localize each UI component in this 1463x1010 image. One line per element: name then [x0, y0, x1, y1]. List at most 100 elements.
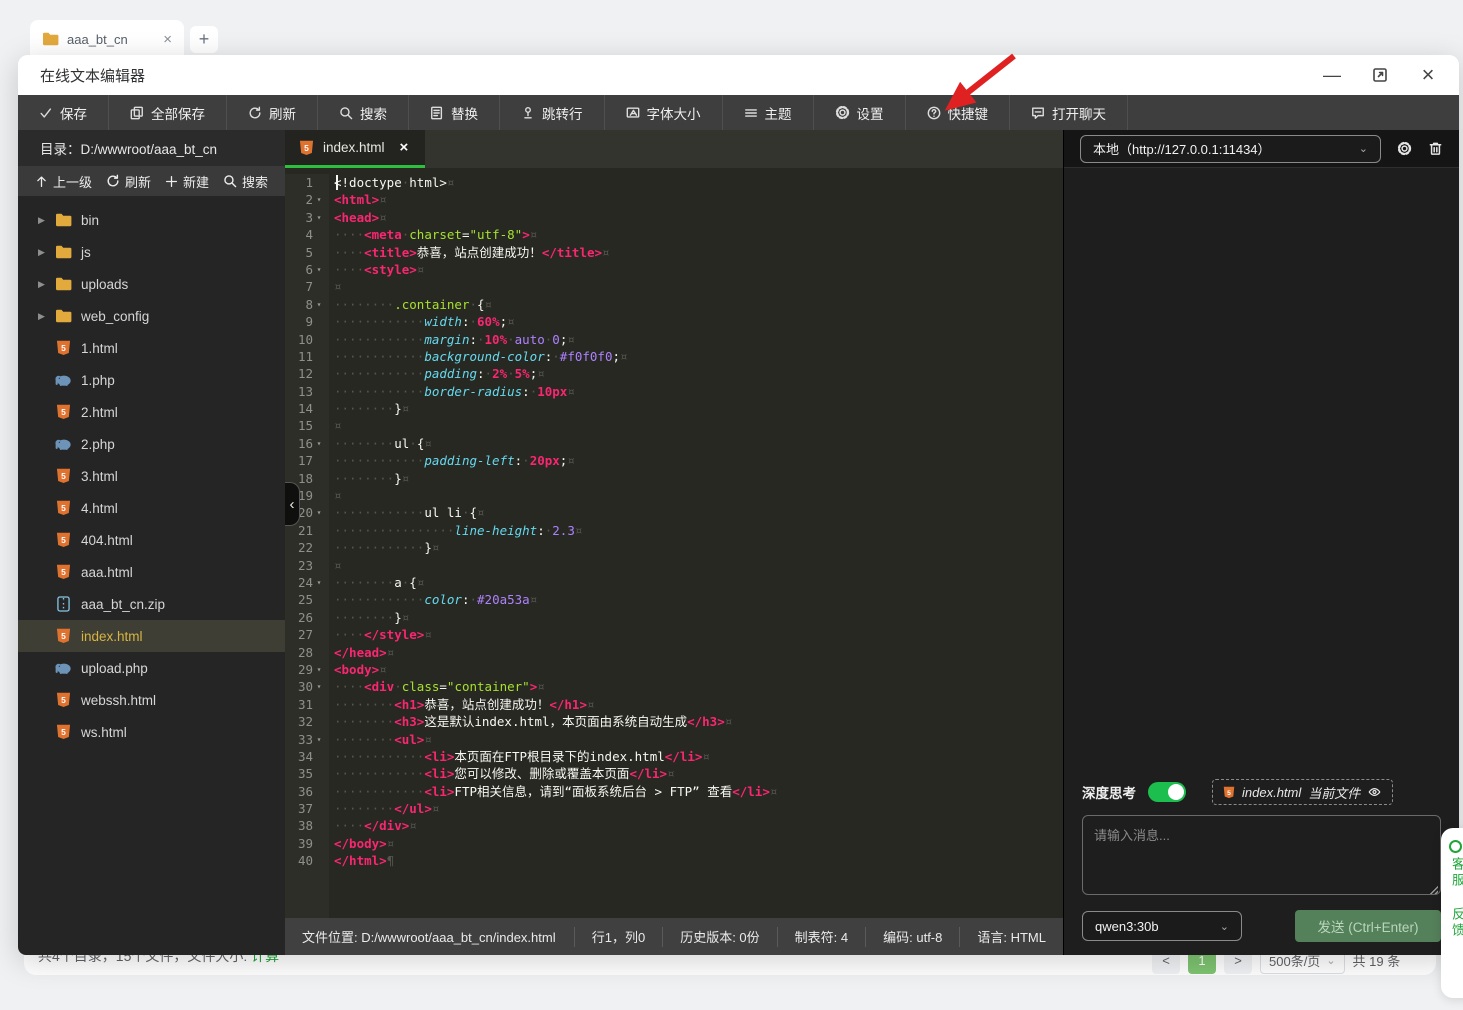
toolbar-button-replace[interactable]: 替换 — [409, 95, 500, 130]
model-select[interactable]: qwen3:30b ⌄ — [1082, 911, 1242, 941]
tree-item-1.php[interactable]: 1.php — [18, 364, 285, 396]
tree-item-js[interactable]: ▶js — [18, 236, 285, 268]
expander-icon[interactable]: ▶ — [38, 247, 54, 258]
tree-action-search[interactable]: 搜索 — [223, 172, 268, 191]
code-line-25[interactable]: ············color:·#20a53a¤ — [334, 591, 1063, 608]
tree-item-aaa.html[interactable]: 5aaa.html — [18, 556, 285, 588]
code-line-11[interactable]: ············background-color:·#f0f0f0;¤ — [334, 348, 1063, 365]
toolbar-button-goto-line[interactable]: 跳转行 — [500, 95, 605, 130]
code-line-8[interactable]: ········.container·{¤ — [334, 296, 1063, 313]
toolbar-button-save-all[interactable]: 全部保存 — [109, 95, 227, 130]
code-lines[interactable]: <!doctype·html>¤<html>¤<head>¤····<meta·… — [329, 174, 1063, 918]
tree-item-404.html[interactable]: 5404.html — [18, 524, 285, 556]
code-line-5[interactable]: ····<title>恭喜，站点创建成功！</title>¤ — [334, 244, 1063, 261]
code-line-12[interactable]: ············padding:·2%·5%;¤ — [334, 365, 1063, 382]
tree-item-bin[interactable]: ▶bin — [18, 204, 285, 236]
tree-item-web_config[interactable]: ▶web_config — [18, 300, 285, 332]
tree-item-4.html[interactable]: 54.html — [18, 492, 285, 524]
trash-icon[interactable] — [1428, 141, 1443, 156]
tree-action-up[interactable]: 上一级 — [35, 172, 92, 191]
code-line-23[interactable]: ¤ — [334, 557, 1063, 574]
fold-arrow-icon[interactable]: ▾ — [313, 678, 325, 695]
toolbar-button-open-chat[interactable]: 打开聊天 — [1010, 95, 1128, 130]
code-line-37[interactable]: ········</ul>¤ — [334, 800, 1063, 817]
code-line-34[interactable]: ············<li>本页面在FTP根目录下的index.html</… — [334, 748, 1063, 765]
toolbar-button-theme[interactable]: 主题 — [723, 95, 814, 130]
code-line-13[interactable]: ············border-radius:·10px¤ — [334, 383, 1063, 400]
close-button[interactable]: × — [1415, 62, 1441, 88]
code-line-20[interactable]: ············ul li·{¤ — [334, 504, 1063, 521]
tree-item-1.html[interactable]: 51.html — [18, 332, 285, 364]
editor-tab-index-html[interactable]: 5 index.html × — [285, 130, 425, 168]
fold-arrow-icon[interactable]: ▾ — [313, 191, 325, 208]
support-label[interactable]: 客服 — [1448, 857, 1463, 889]
code-line-7[interactable]: ¤ — [334, 278, 1063, 295]
fold-arrow-icon[interactable]: ▾ — [313, 574, 325, 591]
expander-icon[interactable]: ▶ — [38, 311, 54, 322]
maximize-button[interactable] — [1367, 62, 1393, 88]
fold-arrow-icon[interactable]: ▾ — [313, 261, 325, 278]
endpoint-select[interactable]: 本地（http://127.0.0.1:11434） ⌄ — [1080, 135, 1381, 163]
tree-item-aaa_bt_cn.zip[interactable]: aaa_bt_cn.zip — [18, 588, 285, 620]
editor-tab-close-icon[interactable]: × — [400, 139, 409, 156]
fold-arrow-icon[interactable]: ▾ — [313, 731, 325, 748]
toolbar-button-settings[interactable]: 设置 — [814, 95, 906, 130]
code-line-14[interactable]: ········}¤ — [334, 400, 1063, 417]
fold-arrow-icon[interactable]: ▾ — [313, 504, 325, 521]
code-line-24[interactable]: ········a·{¤ — [334, 574, 1063, 591]
code-line-29[interactable]: <body>¤ — [334, 661, 1063, 678]
sidebar-collapse-handle[interactable]: ‹ — [285, 482, 300, 526]
eye-icon[interactable] — [1367, 786, 1382, 798]
feedback-label[interactable]: 反馈 — [1448, 907, 1463, 939]
code-line-9[interactable]: ············width:·60%;¤ — [334, 313, 1063, 330]
tree-item-ws.html[interactable]: 5ws.html — [18, 716, 285, 748]
send-button[interactable]: 发送 (Ctrl+Enter) — [1295, 910, 1441, 942]
code-line-40[interactable]: </html>¶ — [334, 852, 1063, 869]
tree-item-upload.php[interactable]: upload.php — [18, 652, 285, 684]
support-float-widget[interactable]: 客服 反馈 — [1441, 828, 1463, 998]
code-line-28[interactable]: </head>¤ — [334, 644, 1063, 661]
message-input[interactable] — [1082, 815, 1441, 895]
tree-item-index.html[interactable]: 5index.html — [18, 620, 285, 652]
code-line-39[interactable]: </body>¤ — [334, 835, 1063, 852]
minimize-button[interactable]: — — [1319, 62, 1345, 88]
current-file-chip[interactable]: 5 index.html 当前文件 — [1212, 779, 1393, 805]
toolbar-button-font-size[interactable]: 字体大小 — [605, 95, 723, 130]
fold-arrow-icon[interactable]: ▾ — [313, 296, 325, 313]
code-line-3[interactable]: <head>¤ — [334, 209, 1063, 226]
code-line-2[interactable]: <html>¤ — [334, 191, 1063, 208]
code-line-27[interactable]: ····</style>¤ — [334, 626, 1063, 643]
tree-action-new[interactable]: 新建 — [165, 172, 209, 191]
code-line-38[interactable]: ····</div>¤ — [334, 817, 1063, 834]
tree-item-webssh.html[interactable]: 5webssh.html — [18, 684, 285, 716]
gear-icon[interactable] — [1397, 141, 1412, 156]
code-line-33[interactable]: ········<ul>¤ — [334, 731, 1063, 748]
code-line-26[interactable]: ········}¤ — [334, 609, 1063, 626]
code-line-30[interactable]: ····<div·class="container">¤ — [334, 678, 1063, 695]
toolbar-button-shortcuts[interactable]: 快捷键 — [906, 95, 1011, 130]
code-line-15[interactable]: ¤ — [334, 417, 1063, 434]
tab-close-icon[interactable]: × — [163, 31, 172, 48]
code-line-18[interactable]: ········}¤ — [334, 470, 1063, 487]
code-line-17[interactable]: ············padding-left:·20px;¤ — [334, 452, 1063, 469]
toolbar-button-save[interactable]: 保存 — [18, 95, 109, 130]
deep-think-toggle[interactable] — [1148, 782, 1186, 802]
tree-action-refresh[interactable]: 刷新 — [106, 172, 151, 191]
toolbar-button-search[interactable]: 搜索 — [318, 95, 409, 130]
code-line-6[interactable]: ····<style>¤ — [334, 261, 1063, 278]
code-line-19[interactable]: ¤ — [334, 487, 1063, 504]
file-manager-tab[interactable]: aaa_bt_cn × — [30, 20, 184, 58]
fold-arrow-icon[interactable]: ▾ — [313, 661, 325, 678]
expander-icon[interactable]: ▶ — [38, 215, 54, 226]
tree-item-3.html[interactable]: 53.html — [18, 460, 285, 492]
code-line-10[interactable]: ············margin:·10%·auto·0;¤ — [334, 331, 1063, 348]
code-line-1[interactable]: <!doctype·html>¤ — [334, 174, 1063, 191]
fold-arrow-icon[interactable]: ▾ — [313, 209, 325, 226]
code-area[interactable]: 12▾3▾456▾78▾910111213141516▾17181920▾212… — [285, 168, 1063, 918]
new-tab-button[interactable]: + — [190, 26, 218, 53]
code-line-21[interactable]: ················line-height:·2.3¤ — [334, 522, 1063, 539]
code-line-22[interactable]: ············}¤ — [334, 539, 1063, 556]
code-line-36[interactable]: ············<li>FTP相关信息，请到“面板系统后台 > FTP”… — [334, 783, 1063, 800]
code-line-4[interactable]: ····<meta·charset="utf-8">¤ — [334, 226, 1063, 243]
code-line-16[interactable]: ········ul·{¤ — [334, 435, 1063, 452]
